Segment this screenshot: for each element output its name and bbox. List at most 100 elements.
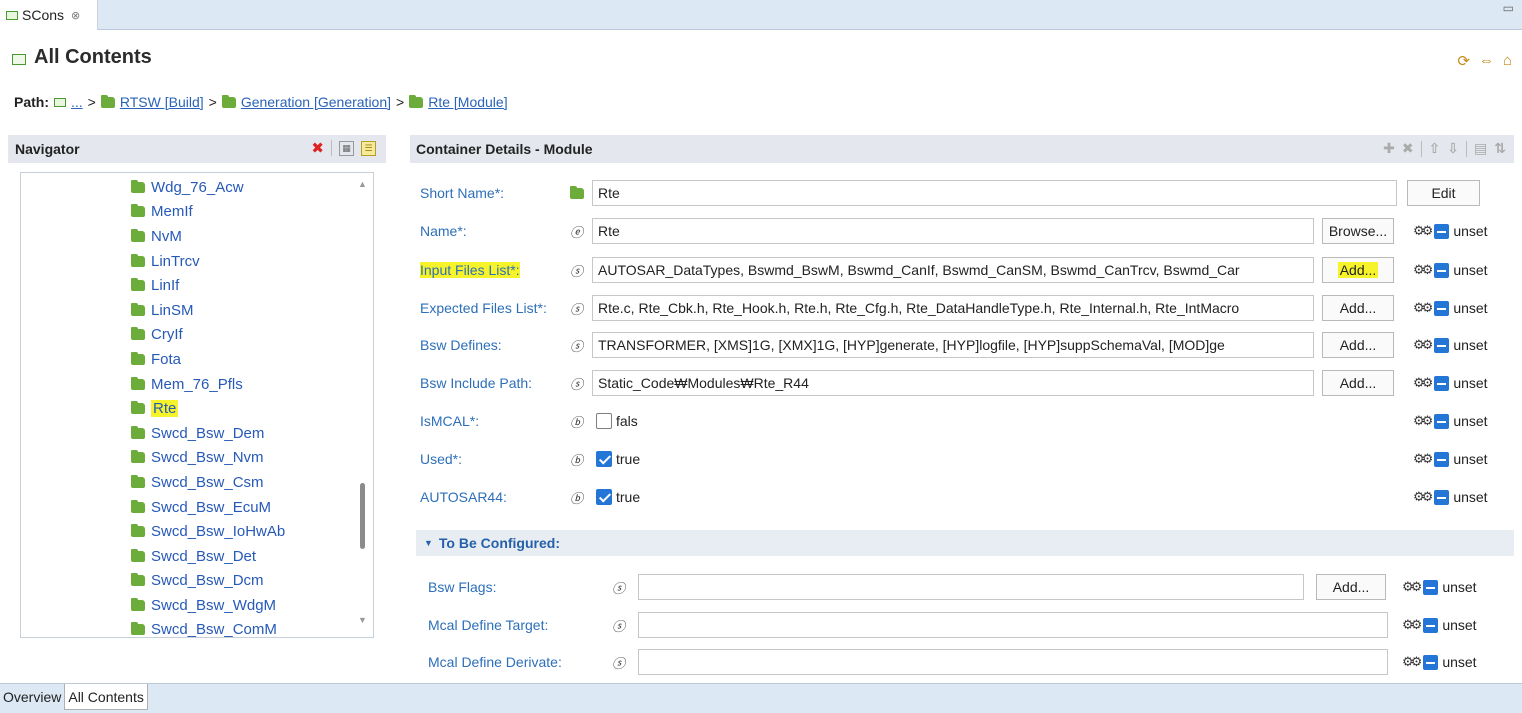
tree-item[interactable]: LinIf xyxy=(131,273,285,298)
navigator-tree[interactable]: Wdg_76_Acw MemIf NvM LinTrcv LinIf LinSM… xyxy=(20,172,374,638)
unset-control[interactable]: ⚙⚙ unset xyxy=(1402,617,1477,633)
ismcal-checkbox[interactable] xyxy=(596,413,612,429)
tree-item[interactable]: Swcd_Bsw_Csm xyxy=(131,470,285,495)
breadcrumb-separator: > xyxy=(208,94,217,110)
minimize-icon[interactable]: ▭ xyxy=(1503,1,1514,15)
used-checkbox[interactable] xyxy=(596,451,612,467)
tree-item[interactable]: Wdg_76_Acw xyxy=(131,175,285,200)
unset-toggle-icon[interactable] xyxy=(1434,337,1450,353)
unset-control[interactable]: ⚙⚙ unset xyxy=(1413,375,1488,391)
sync-icon[interactable]: ⟳ xyxy=(1457,52,1470,70)
tab-all-contents[interactable]: All Contents xyxy=(64,684,148,710)
tree-item[interactable]: LinSM xyxy=(131,298,285,323)
gear-icon: ⚙⚙ xyxy=(1413,337,1433,352)
bsw-defines-input[interactable]: TRANSFORMER, [XMS]1G, [XMX]1G, [HYP]gene… xyxy=(592,332,1314,358)
name-input[interactable]: Rte xyxy=(592,218,1314,244)
mcal-define-target-input[interactable] xyxy=(638,612,1388,638)
expected-files-list-input[interactable]: Rte.c, Rte_Cbk.h, Rte_Hook.h, Rte.h, Rte… xyxy=(592,295,1314,321)
unset-toggle-icon[interactable] xyxy=(1434,489,1450,505)
unset-control[interactable]: ⚙⚙ unset xyxy=(1402,654,1477,670)
bsw-flags-input[interactable] xyxy=(638,574,1304,600)
add-icon[interactable]: ✚ xyxy=(1383,140,1395,157)
unset-control[interactable]: ⚙⚙ unset xyxy=(1413,262,1488,278)
scroll-up-icon[interactable]: ▲ xyxy=(358,179,367,189)
folder-icon xyxy=(131,573,145,587)
unset-toggle-icon[interactable] xyxy=(1434,262,1450,278)
tree-item[interactable]: Swcd_Bsw_Dem xyxy=(131,421,285,446)
breadcrumb-rte[interactable]: Rte [Module] xyxy=(428,94,507,110)
unset-toggle-icon[interactable] xyxy=(1434,375,1450,391)
tree-item[interactable]: Swcd_Bsw_Dcm xyxy=(131,569,285,594)
unset-control[interactable]: ⚙⚙ unset xyxy=(1413,451,1488,467)
breadcrumb-separator: > xyxy=(396,94,405,110)
unset-control[interactable]: ⚙⚙ unset xyxy=(1413,300,1488,316)
gear-icon: ⚙⚙ xyxy=(1413,413,1433,428)
autosar44-checkbox[interactable] xyxy=(596,489,612,505)
collapse-all-icon[interactable]: ▦ xyxy=(339,140,354,156)
link-with-editor-icon[interactable]: ☰ xyxy=(361,140,376,156)
breadcrumb-rtsw[interactable]: RTSW [Build] xyxy=(120,94,204,110)
tree-item[interactable]: LinTrcv xyxy=(131,249,285,274)
bsw-include-path-input[interactable]: Static_Code₩Modules₩Rte_R44 xyxy=(592,370,1314,396)
unset-control[interactable]: ⚙⚙ unset xyxy=(1413,337,1488,353)
table-view-icon[interactable]: ▤ xyxy=(1474,140,1487,157)
close-icon[interactable]: ⊗ xyxy=(71,9,80,22)
bottom-tab-bar: Overview All Contents xyxy=(0,683,1522,713)
tree-item[interactable]: NvM xyxy=(131,224,285,249)
tree-item[interactable]: Swcd_Bsw_EcuM xyxy=(131,495,285,520)
scrollbar-thumb[interactable] xyxy=(360,483,365,549)
field-used: Used*: ⓑ true ⚙⚙ unset xyxy=(420,446,1500,472)
add-bsw-defines-button[interactable]: Add... xyxy=(1322,332,1394,358)
move-up-icon[interactable]: ⇧ xyxy=(1429,140,1441,157)
editor-tab-scons[interactable]: SCons ⊗ xyxy=(0,0,98,30)
container-details-title: Container Details - Module xyxy=(416,141,593,157)
unset-toggle-icon[interactable] xyxy=(1434,451,1450,467)
add-bsw-include-path-button[interactable]: Add... xyxy=(1322,370,1394,396)
tree-item[interactable]: Swcd_Bsw_WdgM xyxy=(131,593,285,618)
unset-control[interactable]: ⚙⚙ unset xyxy=(1402,579,1477,595)
navigator-vertical-scrollbar[interactable]: ▲ ▼ xyxy=(356,177,370,625)
tree-item[interactable]: Swcd_Bsw_Det xyxy=(131,544,285,569)
tab-overview[interactable]: Overview xyxy=(0,684,64,710)
delete-icon[interactable]: ✖ xyxy=(311,139,324,157)
unset-toggle-icon[interactable] xyxy=(1434,300,1450,316)
breadcrumb-generation[interactable]: Generation [Generation] xyxy=(241,94,391,110)
unset-toggle-icon[interactable] xyxy=(1434,223,1450,239)
to-be-configured-section[interactable]: ▼ To Be Configured: xyxy=(416,530,1514,556)
edit-button[interactable]: Edit xyxy=(1407,180,1480,206)
tree-item[interactable]: Swcd_Bsw_ComM xyxy=(131,618,285,637)
remove-icon[interactable]: ✖ xyxy=(1402,140,1414,157)
sort-icon[interactable]: ⇅ xyxy=(1494,140,1506,157)
folder-icon xyxy=(131,401,145,415)
add-bsw-flags-button[interactable]: Add... xyxy=(1316,574,1386,600)
scroll-down-icon[interactable]: ▼ xyxy=(358,615,367,625)
breadcrumb-ellipsis[interactable]: ... xyxy=(71,94,83,110)
tree-item-selected[interactable]: Rte xyxy=(131,396,285,421)
link-editor-icon[interactable]: ⇔ xyxy=(1479,52,1494,70)
tree-item[interactable]: CryIf xyxy=(131,323,285,348)
unset-toggle-icon[interactable] xyxy=(1434,413,1450,429)
tree-item[interactable]: MemIf xyxy=(131,200,285,225)
browse-button[interactable]: Browse... xyxy=(1322,218,1394,244)
unset-control[interactable]: ⚙⚙ unset xyxy=(1413,413,1488,429)
unset-toggle-icon[interactable] xyxy=(1423,617,1439,633)
tree-item[interactable]: Swcd_Bsw_Nvm xyxy=(131,446,285,471)
mcal-define-derivate-input[interactable] xyxy=(638,649,1388,675)
tree-item[interactable]: Fota xyxy=(131,347,285,372)
short-name-input[interactable]: Rte xyxy=(592,180,1397,206)
tree-item[interactable]: Mem_76_Pfls xyxy=(131,372,285,397)
add-input-files-button[interactable]: Add... xyxy=(1322,257,1394,283)
unset-control[interactable]: ⚙⚙ unset xyxy=(1413,489,1488,505)
field-bsw-flags: Bsw Flags: ⓢ Add... ⚙⚙ unset xyxy=(428,574,1508,600)
expand-icon[interactable]: ▼ xyxy=(424,538,433,548)
unset-toggle-icon[interactable] xyxy=(1423,654,1439,670)
move-down-icon[interactable]: ⇩ xyxy=(1447,140,1459,157)
add-expected-files-button[interactable]: Add... xyxy=(1322,295,1394,321)
home-icon[interactable]: ⌂ xyxy=(1503,52,1512,70)
field-label: IsMCAL*: xyxy=(420,413,480,429)
tree-item[interactable]: Swcd_Bsw_IoHwAb xyxy=(131,519,285,544)
unset-toggle-icon[interactable] xyxy=(1423,579,1439,595)
folder-icon xyxy=(100,94,115,108)
unset-control[interactable]: ⚙⚙ unset xyxy=(1413,223,1488,239)
input-files-list-input[interactable]: AUTOSAR_DataTypes, Bswmd_BswM, Bswmd_Can… xyxy=(592,257,1314,283)
